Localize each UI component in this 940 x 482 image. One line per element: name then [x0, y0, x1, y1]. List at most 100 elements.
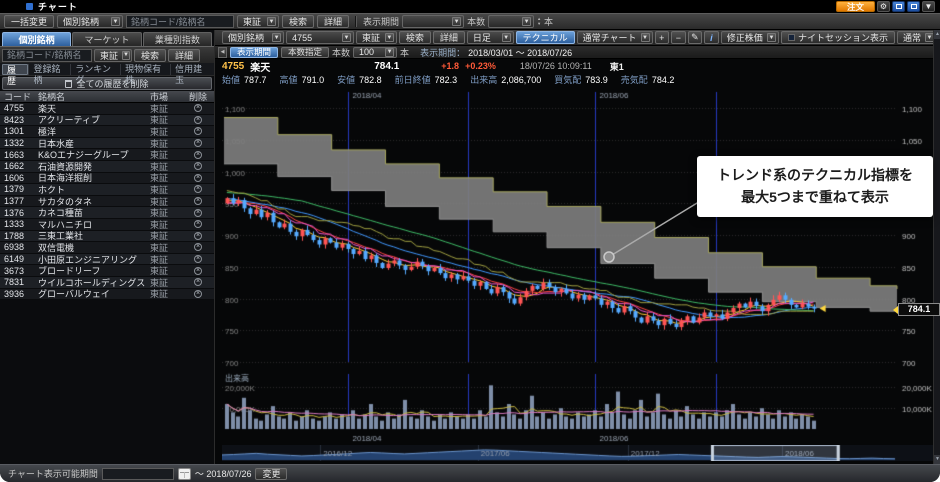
delete-row-icon[interactable]: ×: [194, 162, 202, 170]
sidebar-tab-sector[interactable]: 業種別指数: [143, 32, 212, 46]
price-tag: 784.1: [898, 303, 940, 316]
delete-row-icon[interactable]: ×: [194, 127, 202, 135]
chart-type-select[interactable]: 通常チャート▼: [577, 31, 653, 44]
available-period-label: チャート表示可能期間: [8, 467, 98, 480]
subtab-margin[interactable]: 信用建玉: [170, 64, 212, 75]
minimize-icon[interactable]: ▼: [922, 1, 935, 12]
range-label: 表示期間：: [420, 46, 465, 59]
sidebar-search-button[interactable]: 検索: [134, 49, 166, 62]
delete-row-icon[interactable]: ×: [194, 151, 202, 159]
sidebar-tab-market[interactable]: マーケット: [72, 32, 141, 46]
sidebar-tab-individual[interactable]: 個別銘柄: [2, 32, 71, 46]
chevron-down-icon: ▼: [122, 51, 130, 60]
order-button[interactable]: 注文: [836, 1, 875, 12]
search-button[interactable]: 検索: [282, 15, 314, 28]
layout-icon[interactable]: [907, 1, 920, 12]
collapse-sidebar-handle[interactable]: ◀: [218, 47, 227, 58]
delete-row-icon[interactable]: ×: [194, 220, 202, 228]
open-value: 787.7: [244, 75, 267, 85]
info-icon[interactable]: i: [704, 31, 719, 44]
chart-search-button[interactable]: 検索: [399, 31, 431, 44]
subtab-history[interactable]: 履歴: [2, 64, 28, 75]
cell-code: 1606: [0, 173, 38, 183]
stock-code: 4755: [222, 61, 244, 72]
delete-row-icon[interactable]: ×: [194, 139, 202, 147]
timeframe-select[interactable]: 日足▼: [467, 31, 514, 44]
price-chart-canvas[interactable]: [222, 86, 935, 372]
zoom-out-icon[interactable]: −: [671, 31, 686, 44]
night-session-toggle[interactable]: ナイトセッション表示: [781, 31, 895, 44]
delete-row-icon[interactable]: ×: [194, 116, 202, 124]
display-period-select[interactable]: ▼: [402, 15, 464, 28]
delete-row-icon[interactable]: ×: [194, 209, 202, 217]
subtab-ranking[interactable]: ランキング: [70, 64, 120, 75]
category-select[interactable]: 個別銘柄▼: [57, 15, 123, 28]
chevron-down-icon: ▼: [522, 17, 531, 26]
chart-detail-button[interactable]: 詳細: [433, 31, 465, 44]
count-stepper[interactable]: ▲▼: [537, 17, 541, 26]
sidebar-detail-button[interactable]: 詳細: [168, 49, 200, 62]
market-select[interactable]: 東証▼: [237, 15, 279, 28]
ask-label: 売気配: [621, 73, 648, 86]
count-select[interactable]: 100▼: [353, 47, 397, 58]
session-select[interactable]: 通常▼: [897, 31, 937, 44]
subtab-registered[interactable]: 登録銘柄: [28, 64, 70, 75]
delete-row-icon[interactable]: ×: [194, 174, 202, 182]
delete-row-icon[interactable]: ×: [194, 255, 202, 263]
calendar-icon[interactable]: [178, 468, 191, 480]
cell-code: 1379: [0, 184, 38, 194]
chart-market-select[interactable]: 東証▼: [356, 31, 397, 44]
quote-timestamp: 18/07/26 10:09:11: [520, 61, 592, 71]
vertical-scrollbar[interactable]: ▲ ▼: [933, 30, 940, 464]
period-mode-button[interactable]: 表示期間: [230, 47, 278, 58]
delete-row-icon[interactable]: ×: [194, 278, 202, 286]
chart-category-select[interactable]: 個別銘柄▼: [222, 31, 284, 44]
cell-code: 6938: [0, 242, 38, 252]
cell-code: 1332: [0, 138, 38, 148]
count-mode-button[interactable]: 本数指定: [281, 47, 329, 58]
delete-row-icon[interactable]: ×: [194, 290, 202, 298]
technical-button[interactable]: テクニカル: [516, 31, 575, 44]
chart-symbol-select[interactable]: 4755▼: [286, 31, 354, 44]
subtab-holdings[interactable]: 現物保有株: [120, 64, 170, 75]
cell-code: 7831: [0, 277, 38, 287]
volume-chart-canvas[interactable]: [222, 372, 935, 444]
sidebar-market-select[interactable]: 東証▼: [94, 49, 132, 62]
available-period-input[interactable]: [102, 468, 174, 480]
delete-row-icon[interactable]: ×: [194, 104, 202, 112]
change-button[interactable]: 変更: [255, 468, 287, 480]
chart-navigator[interactable]: [222, 445, 935, 461]
delete-row-icon[interactable]: ×: [194, 185, 202, 193]
scroll-up-icon[interactable]: ▲: [934, 30, 940, 39]
delete-row-icon[interactable]: ×: [194, 267, 202, 275]
bid-value: 783.9: [585, 75, 608, 85]
period-bar: ◀ 表示期間 本数指定 本数 100▼ 本 表示期間： 2018/03/01 ～…: [215, 46, 940, 59]
delete-row-icon[interactable]: ×: [194, 197, 202, 205]
draw-pencil-icon[interactable]: ✎: [688, 31, 703, 44]
detail-button[interactable]: 詳細: [317, 15, 349, 28]
titlebar: チャート 注文 ⚙ ▼: [0, 0, 940, 13]
adjusted-price-select[interactable]: 修正株価▼: [721, 31, 779, 44]
symbol-search-input[interactable]: [126, 15, 234, 28]
range-value: 2018/03/01 ～ 2018/07/26: [468, 46, 572, 59]
cell-code: 1333: [0, 219, 38, 229]
prev-close-label: 前日終値: [395, 73, 431, 86]
batch-change-button[interactable]: 一括変更: [4, 15, 54, 28]
table-row[interactable]: 3936 グローバルウェイ 東証 ×: [0, 289, 214, 301]
chevron-down-icon: ▼: [502, 33, 511, 42]
delete-row-icon[interactable]: ×: [194, 243, 202, 251]
stock-name: 楽天: [250, 59, 270, 74]
settings-gear-icon[interactable]: ⚙: [877, 1, 890, 12]
scroll-down-icon[interactable]: ▼: [934, 455, 940, 464]
delete-row-icon[interactable]: ×: [194, 232, 202, 240]
zoom-in-icon[interactable]: +: [655, 31, 670, 44]
high-label: 高値: [280, 73, 298, 86]
cell-code: 1377: [0, 196, 38, 206]
new-window-icon[interactable]: [892, 1, 905, 12]
cell-code: 8423: [0, 115, 38, 125]
price-change-pct: +0.23%: [465, 61, 496, 71]
bar-count-select[interactable]: ▼: [488, 15, 534, 28]
price-change: +1.8: [441, 61, 459, 71]
window-title: チャート: [38, 0, 78, 13]
sidebar-symbol-input[interactable]: [2, 49, 92, 62]
